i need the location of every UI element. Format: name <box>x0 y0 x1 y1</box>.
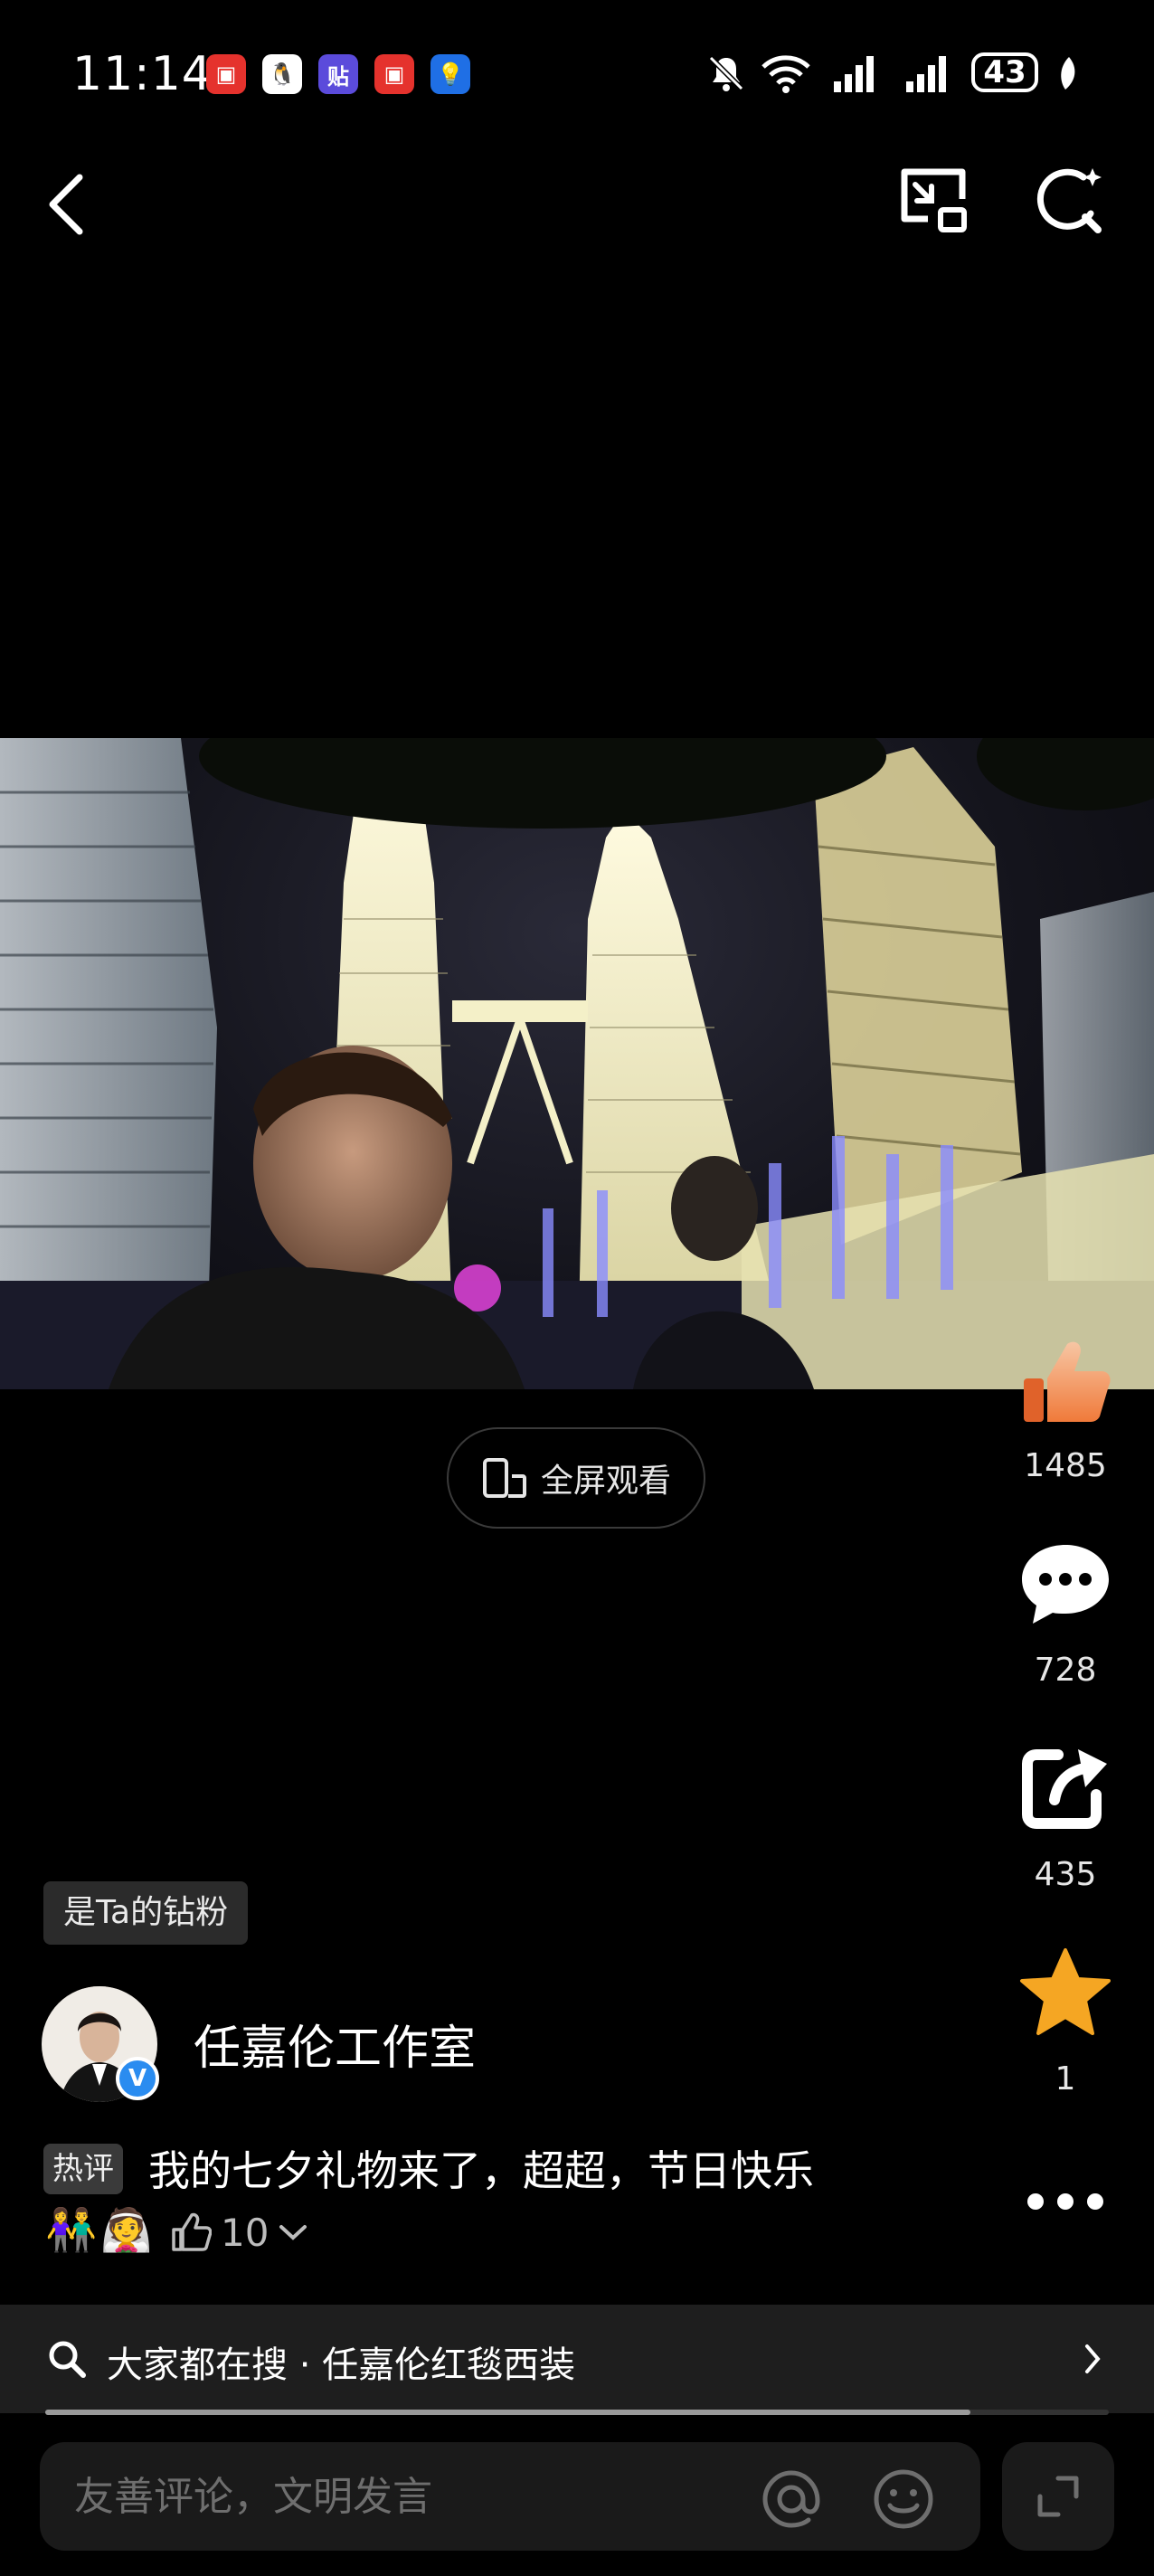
expand-input-button[interactable] <box>1002 2442 1114 2551</box>
comment-count: 728 <box>1034 1652 1097 1689</box>
more-button[interactable] <box>1018 2155 1112 2249</box>
hot-search-progress-fill <box>45 2410 971 2415</box>
favorite-button[interactable] <box>1018 1946 1112 2041</box>
comment-bubble-icon <box>1022 1545 1109 1624</box>
fan-badge[interactable]: 是Ta的钻粉 <box>43 1881 249 1945</box>
comment-like-button[interactable]: 10 <box>170 2207 308 2258</box>
thumbs-up-outline-icon <box>172 2212 212 2251</box>
couple-emoji: 👫 <box>45 2205 98 2254</box>
share-icon <box>1022 1749 1107 1829</box>
smiley-icon <box>874 2469 933 2529</box>
author-name[interactable]: 任嘉伦工作室 <box>194 2010 476 2078</box>
at-sign-icon <box>762 2470 820 2528</box>
qq-app-icon: 🐧 <box>262 54 302 94</box>
star-icon <box>1020 1948 1111 2035</box>
fullscreen-label: 全屏观看 <box>540 1463 671 1500</box>
video-frame-image <box>0 738 1154 1389</box>
hot-comment-text[interactable]: 我的七夕礼物来了，超超，节日快乐 <box>148 2138 814 2198</box>
red-reader-app-icon: ▣ <box>206 54 246 94</box>
comment-like-count: 10 <box>221 2210 270 2255</box>
mention-button[interactable] <box>761 2469 821 2533</box>
like-button[interactable] <box>1018 1333 1112 1427</box>
mute-icon <box>705 51 747 96</box>
share-button[interactable] <box>1018 1742 1112 1836</box>
wifi-icon <box>760 51 812 96</box>
like-count: 1485 <box>1024 1447 1107 1484</box>
comment-input[interactable] <box>40 2442 980 2551</box>
ai-search-icon <box>1036 168 1102 233</box>
hot-search-text[interactable]: 大家都在搜 · 任嘉伦红毯西装 <box>107 2335 575 2388</box>
share-count: 435 <box>1034 1856 1097 1893</box>
thumbs-up-icon <box>1024 1341 1111 1422</box>
leaf-icon <box>1056 51 1080 96</box>
search-icon <box>47 2339 87 2382</box>
more-dots-icon <box>1027 2193 1103 2210</box>
expand-icon <box>1037 2476 1079 2517</box>
picture-in-picture-icon <box>901 168 967 232</box>
comment-button[interactable] <box>1018 1538 1112 1632</box>
bulb-app-icon: 💡 <box>430 54 470 94</box>
favorite-count: 1 <box>1055 2060 1076 2098</box>
battery-level: 43 <box>983 54 1026 90</box>
video-player[interactable] <box>0 738 1154 1389</box>
chevron-right-icon <box>1082 2343 1103 2379</box>
fullscreen-button[interactable]: 全屏观看 <box>447 1427 705 1529</box>
emoji-button[interactable] <box>872 2467 935 2534</box>
verified-badge-icon: V <box>116 2057 159 2100</box>
signal-2-icon <box>904 51 955 96</box>
ai-search-button[interactable] <box>1031 163 1107 239</box>
comment-emoji-row: 👫 👰 <box>45 2205 153 2259</box>
tieba-app-icon: 贴 <box>318 54 358 94</box>
status-time: 11:14 <box>72 47 213 101</box>
back-arrow-icon <box>49 174 83 235</box>
rotate-phone-icon <box>482 1458 526 1498</box>
bride-emoji: 👰 <box>100 2205 153 2254</box>
red-reader-app-icon-2: ▣ <box>374 54 414 94</box>
picture-in-picture-button[interactable] <box>895 163 971 239</box>
chevron-down-icon <box>279 2225 307 2240</box>
signal-1-icon <box>832 51 883 96</box>
hot-comment-tag: 热评 <box>43 2144 123 2194</box>
back-button[interactable] <box>40 168 94 241</box>
battery-indicator: 43 <box>971 52 1038 92</box>
